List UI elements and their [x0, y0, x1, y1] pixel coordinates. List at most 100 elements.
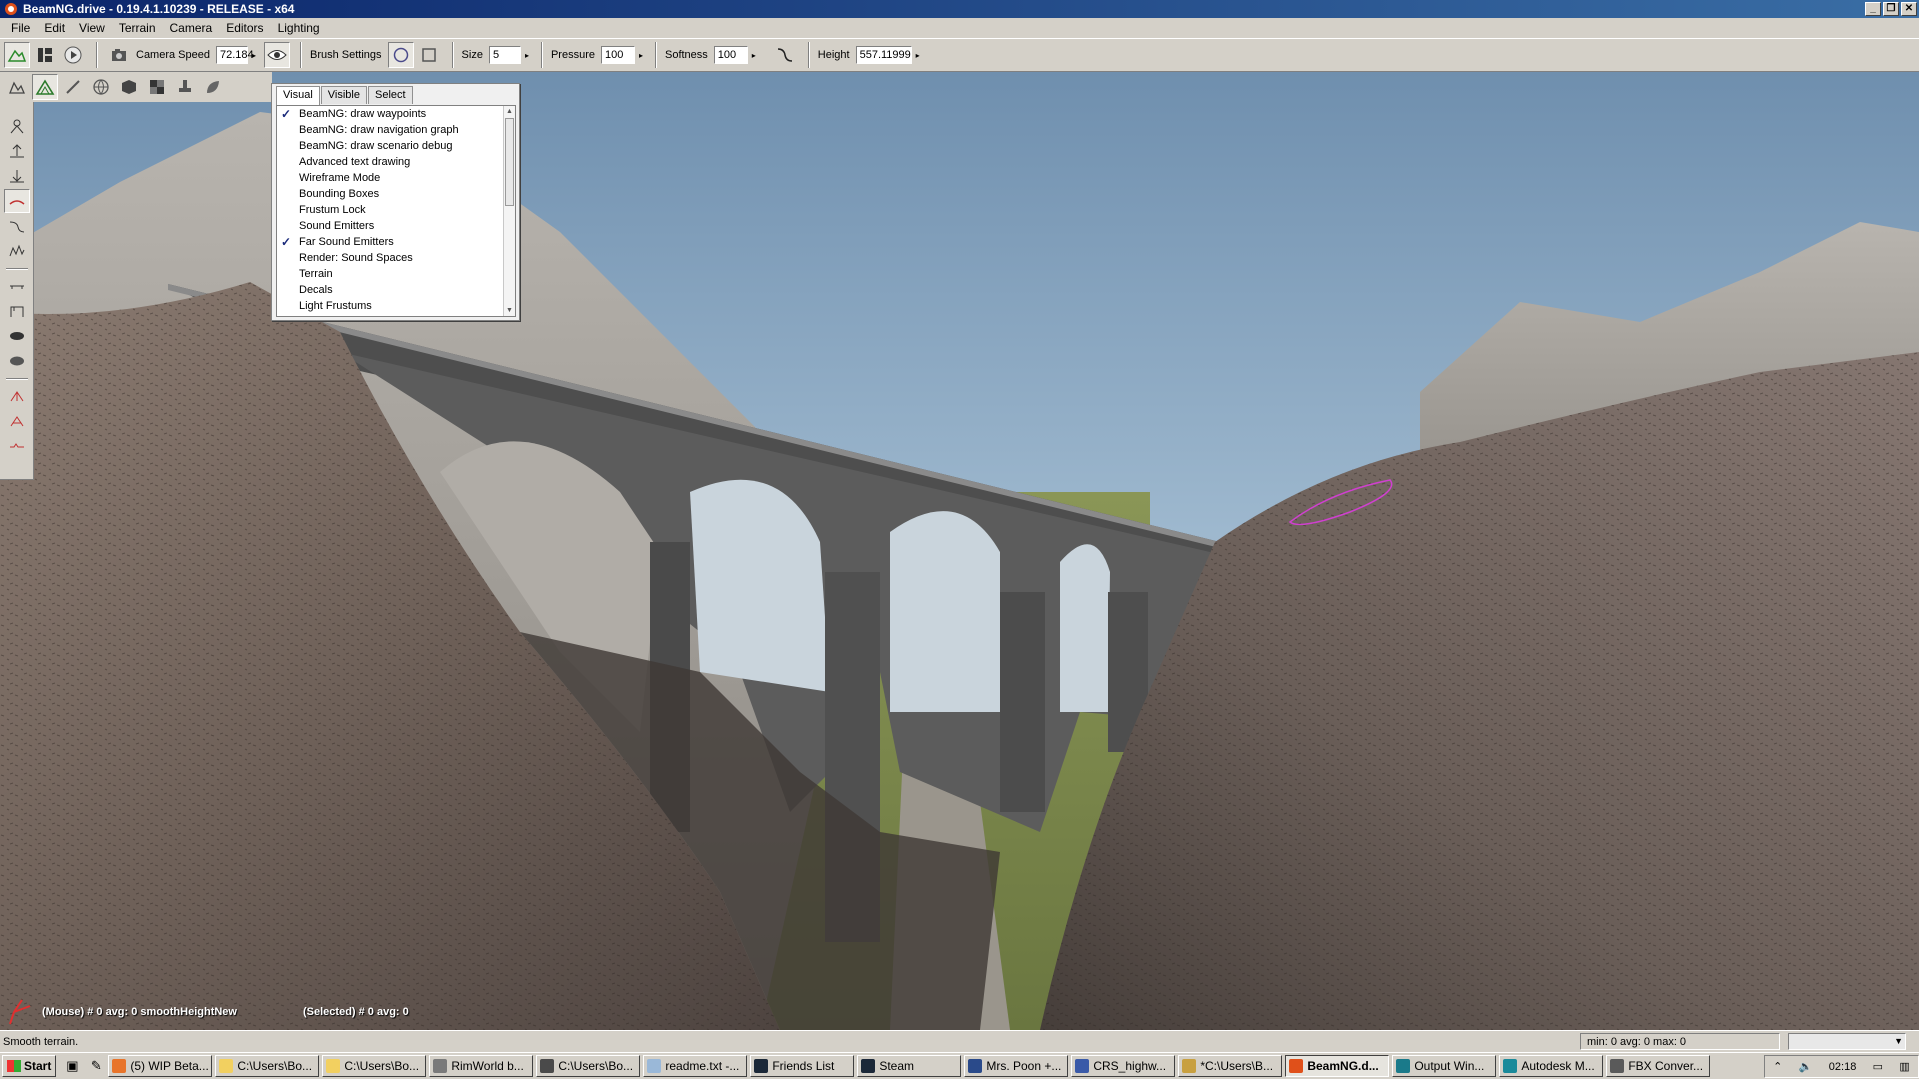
status-dropdown[interactable]: ▼ [1788, 1033, 1906, 1050]
taskbar-item[interactable]: (5) WIP Beta... [108, 1055, 213, 1077]
paint-down-button[interactable] [4, 409, 30, 433]
scroll-up-icon[interactable]: ▲ [504, 106, 515, 117]
menu-terrain[interactable]: Terrain [112, 19, 163, 37]
paint-flat-button[interactable] [4, 434, 30, 458]
menu-camera[interactable]: Camera [163, 19, 220, 37]
layout-button[interactable] [32, 42, 58, 68]
set-height-button[interactable] [4, 299, 30, 323]
option-terrain[interactable]: Terrain [277, 266, 515, 282]
taskbar-item[interactable]: C:\Users\Bo... [322, 1055, 427, 1077]
restore-button[interactable]: ❐ [1883, 2, 1899, 16]
option-draw-scenario-debug[interactable]: BeamNG: draw scenario debug [277, 138, 515, 154]
option-decals[interactable]: Decals [277, 282, 515, 298]
scrollbar-thumb[interactable] [505, 118, 514, 206]
lower-height-button[interactable] [4, 164, 30, 188]
tab-visible[interactable]: Visible [320, 86, 367, 104]
smooth-slope-button[interactable] [4, 214, 30, 238]
visibility-button[interactable] [264, 42, 290, 68]
height-input[interactable]: 557.11999 [855, 46, 912, 64]
option-wireframe-mode[interactable]: Wireframe Mode [277, 170, 515, 186]
taskbar-item[interactable]: Steam [857, 1055, 962, 1077]
taskbar-item-label: C:\Users\Bo... [558, 1059, 634, 1073]
menu-file[interactable]: File [4, 19, 37, 37]
softness-input[interactable]: 100 [713, 46, 748, 64]
terrain-import-button[interactable] [4, 74, 30, 100]
noise-button[interactable] [4, 239, 30, 263]
option-sound-emitters[interactable]: Sound Emitters [277, 218, 515, 234]
paint-flat-icon [9, 443, 24, 448]
notification-icon[interactable]: ▭ [1873, 1060, 1883, 1073]
menu-lighting[interactable]: Lighting [271, 19, 327, 37]
camera-speed-spin-icon[interactable]: ▸ [248, 46, 260, 64]
taskbar-item[interactable]: *C:\Users\B... [1178, 1055, 1283, 1077]
taskbar-item[interactable]: C:\Users\Bo... [536, 1055, 641, 1077]
terrain-paint-button[interactable] [60, 74, 86, 100]
menu-view[interactable]: View [72, 19, 112, 37]
tab-select[interactable]: Select [367, 86, 413, 104]
material-button[interactable] [144, 74, 170, 100]
taskbar-item[interactable]: Output Win... [1392, 1055, 1497, 1077]
menu-edit[interactable]: Edit [37, 19, 72, 37]
smooth-height-button[interactable] [3, 189, 30, 213]
status-stats: min: 0 avg: 0 max: 0 [1580, 1033, 1780, 1050]
volume-icon[interactable]: 🔈 [1799, 1060, 1813, 1073]
taskbar-item[interactable]: FBX Conver... [1606, 1055, 1711, 1077]
steam-icon [754, 1059, 769, 1073]
decal-button[interactable] [172, 74, 198, 100]
play-icon [64, 46, 82, 64]
taskbar-item[interactable]: C:\Users\Bo... [215, 1055, 320, 1077]
tab-visual[interactable]: Visual [276, 86, 320, 105]
scroll-down-icon[interactable]: ▼ [504, 305, 515, 316]
restore-terrain-button[interactable] [4, 349, 30, 373]
tray-expand-icon[interactable]: ⌃ [1773, 1060, 1782, 1073]
taskbar-item[interactable]: Friends List [750, 1055, 855, 1077]
softness-curve-button[interactable] [772, 42, 798, 68]
show-desktop-icon[interactable]: ▣ [60, 1055, 84, 1077]
option-frustum-lock[interactable]: Frustum Lock [277, 202, 515, 218]
terrain-editor-button[interactable] [4, 42, 30, 68]
taskbar-item[interactable]: Autodesk M... [1499, 1055, 1604, 1077]
pressure-input[interactable]: 100 [600, 46, 635, 64]
option-label: Render: Sound Spaces [299, 252, 413, 264]
option-render-sound-spaces[interactable]: Render: Sound Spaces [277, 250, 515, 266]
flatten-button[interactable] [4, 274, 30, 298]
option-draw-navigation-graph[interactable]: BeamNG: draw navigation graph [277, 122, 515, 138]
taskbar-item-active[interactable]: BeamNG.d... [1285, 1055, 1390, 1077]
world-button[interactable] [88, 74, 114, 100]
option-draw-waypoints[interactable]: ✓ BeamNG: draw waypoints [277, 106, 515, 122]
taskbar-item[interactable]: Mrs. Poon +... [964, 1055, 1069, 1077]
option-far-sound-emitters[interactable]: ✓ Far Sound Emitters [277, 234, 515, 250]
size-spin-icon[interactable]: ▸ [521, 46, 533, 64]
size-input[interactable]: 5 [488, 46, 521, 64]
option-advanced-text-drawing[interactable]: Advanced text drawing [277, 154, 515, 170]
clock[interactable]: 02:18 [1829, 1061, 1857, 1073]
softness-spin-icon[interactable]: ▸ [748, 46, 760, 64]
visibility-list-scrollbar[interactable]: ▲ ▼ [503, 106, 515, 316]
quick-launch-icon[interactable]: ✎ [84, 1055, 108, 1077]
network-icon[interactable]: ▥ [1899, 1060, 1909, 1073]
menu-editors[interactable]: Editors [219, 19, 270, 37]
option-light-frustums[interactable]: Light Frustums [277, 298, 515, 314]
camera-button[interactable] [106, 42, 132, 68]
play-button[interactable] [60, 42, 86, 68]
paint-up-button[interactable] [4, 384, 30, 408]
taskbar-item[interactable]: readme.txt -... [643, 1055, 748, 1077]
clear-terrain-button[interactable] [4, 324, 30, 348]
taskbar-item[interactable]: RimWorld b... [429, 1055, 534, 1077]
forest-button[interactable] [200, 74, 226, 100]
select-tool-button[interactable] [4, 114, 30, 138]
raise-height-button[interactable] [4, 139, 30, 163]
close-button[interactable]: ✕ [1901, 2, 1917, 16]
option-bounding-boxes[interactable]: Bounding Boxes [277, 186, 515, 202]
start-button[interactable]: Start [2, 1055, 57, 1077]
camera-speed-input[interactable]: 72.184 [216, 46, 254, 64]
taskbar-item[interactable]: CRS_highw... [1071, 1055, 1176, 1077]
terrain-heightmap-button[interactable] [32, 74, 58, 100]
square-brush-button[interactable] [416, 42, 442, 68]
pressure-spin-icon[interactable]: ▸ [635, 46, 647, 64]
object-button[interactable] [116, 74, 142, 100]
circle-brush-button[interactable] [387, 42, 414, 68]
beamng-app-icon [5, 3, 17, 15]
minimize-button[interactable]: _ [1865, 2, 1881, 16]
height-spin-icon[interactable]: ▸ [912, 46, 924, 64]
